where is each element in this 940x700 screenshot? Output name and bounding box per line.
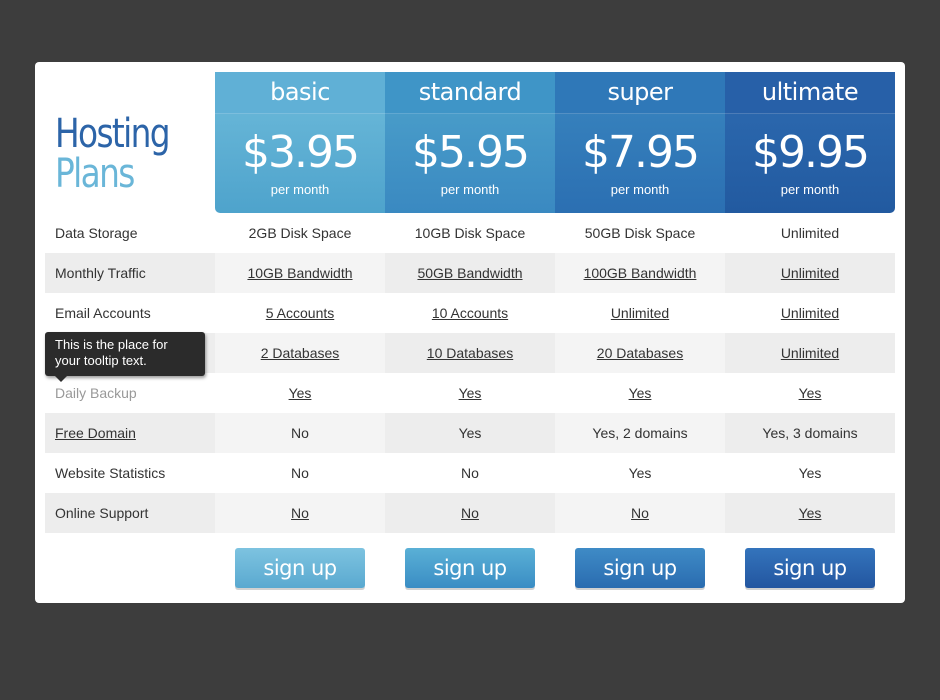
- feature-value-link[interactable]: No: [291, 505, 309, 521]
- title-line-1: Hosting: [55, 111, 171, 157]
- plan-price: $9.95: [752, 127, 870, 178]
- plan-period: per month: [440, 182, 500, 197]
- plan-period: per month: [610, 182, 670, 197]
- feature-label[interactable]: Daily Backup: [45, 373, 215, 413]
- pricing-table: Hosting Plans basic $3.95 per month stan…: [35, 62, 905, 603]
- plan-price: $3.95: [242, 127, 360, 178]
- plan-header-standard: standard $5.95 per month: [385, 72, 555, 213]
- feature-value-link[interactable]: 10 Accounts: [432, 305, 508, 321]
- plan-header-basic: basic $3.95 per month: [215, 72, 385, 213]
- feature-value: Yes: [798, 465, 822, 481]
- feature-value-link[interactable]: Yes: [289, 385, 312, 401]
- feature-value-link[interactable]: Unlimited: [781, 265, 839, 281]
- feature-value-link[interactable]: Unlimited: [611, 305, 669, 321]
- feature-value-link[interactable]: Unlimited: [781, 345, 839, 361]
- feature-label: Online Support: [45, 493, 215, 533]
- feature-row-online-support: Online Support No No No Yes: [45, 493, 895, 533]
- feature-row-free-domain: Free Domain No Yes Yes, 2 domains Yes, 3…: [45, 413, 895, 453]
- feature-value: No: [215, 413, 385, 453]
- feature-value: Yes, 3 domains: [725, 413, 895, 453]
- feature-value: No: [291, 465, 309, 481]
- feature-value: No: [385, 453, 555, 493]
- feature-value-link[interactable]: Yes: [459, 385, 482, 401]
- feature-value: 10GB Disk Space: [385, 213, 555, 253]
- feature-row-email-accounts: Email Accounts 5 Accounts 10 Accounts Un…: [45, 293, 895, 333]
- feature-row-monthly-traffic: Monthly Traffic 10GB Bandwidth 50GB Band…: [45, 253, 895, 293]
- page-title: Hosting Plans: [55, 111, 171, 197]
- sign-up-button-ultimate[interactable]: sign up: [745, 548, 875, 588]
- feature-value-link[interactable]: No: [461, 505, 479, 521]
- plan-name: basic: [215, 72, 385, 114]
- plan-name: ultimate: [725, 72, 895, 114]
- sign-up-button-standard[interactable]: sign up: [405, 548, 535, 588]
- feature-label: Data Storage: [55, 225, 138, 241]
- feature-value-link[interactable]: 20 Databases: [597, 345, 683, 361]
- plan-header-ultimate: ultimate $9.95 per month: [725, 72, 895, 213]
- feature-value: 50GB Disk Space: [584, 225, 696, 241]
- feature-value-link[interactable]: 50GB Bandwidth: [417, 265, 522, 281]
- feature-value-link[interactable]: Yes: [629, 385, 652, 401]
- plan-price: $7.95: [582, 127, 700, 178]
- feature-row-data-storage: Data Storage 2GB Disk Space 10GB Disk Sp…: [45, 213, 895, 253]
- feature-value-link[interactable]: 2 Databases: [261, 345, 340, 361]
- feature-value-link[interactable]: Unlimited: [781, 305, 839, 321]
- feature-value: Unlimited: [780, 225, 840, 241]
- feature-value: Yes, 2 domains: [555, 413, 725, 453]
- sign-up-button-basic[interactable]: sign up: [235, 548, 365, 588]
- feature-row-daily-backup: Daily Backup Yes Yes Yes Yes: [45, 373, 895, 413]
- plan-header-super: super $7.95 per month: [555, 72, 725, 213]
- feature-label: Website Statistics: [55, 465, 166, 481]
- feature-value-link[interactable]: 10 Databases: [427, 345, 513, 361]
- feature-value-link[interactable]: 10GB Bandwidth: [247, 265, 352, 281]
- tooltip: This is the place for your tooltip text.: [45, 332, 205, 382]
- plan-price: $5.95: [412, 127, 530, 178]
- feature-value-link[interactable]: No: [631, 505, 649, 521]
- feature-value: Yes: [628, 465, 652, 481]
- sign-up-button-super[interactable]: sign up: [575, 548, 705, 588]
- feature-value-link[interactable]: 5 Accounts: [266, 305, 335, 321]
- feature-value: Yes: [385, 413, 555, 453]
- plan-name: super: [555, 72, 725, 114]
- feature-value-link[interactable]: Yes: [799, 505, 822, 521]
- feature-label-link[interactable]: Free Domain: [55, 425, 136, 441]
- feature-value-link[interactable]: 100GB Bandwidth: [584, 265, 697, 281]
- plan-name: standard: [385, 72, 555, 114]
- feature-value-link[interactable]: Yes: [799, 385, 822, 401]
- title-line-2: Plans: [55, 151, 135, 197]
- feature-row-website-statistics: Website Statistics No No Yes Yes: [45, 453, 895, 493]
- feature-label: Monthly Traffic: [45, 253, 215, 293]
- feature-value: 2GB Disk Space: [248, 225, 352, 241]
- plan-period: per month: [780, 182, 840, 197]
- plan-period: per month: [270, 182, 330, 197]
- feature-label: Email Accounts: [55, 305, 151, 321]
